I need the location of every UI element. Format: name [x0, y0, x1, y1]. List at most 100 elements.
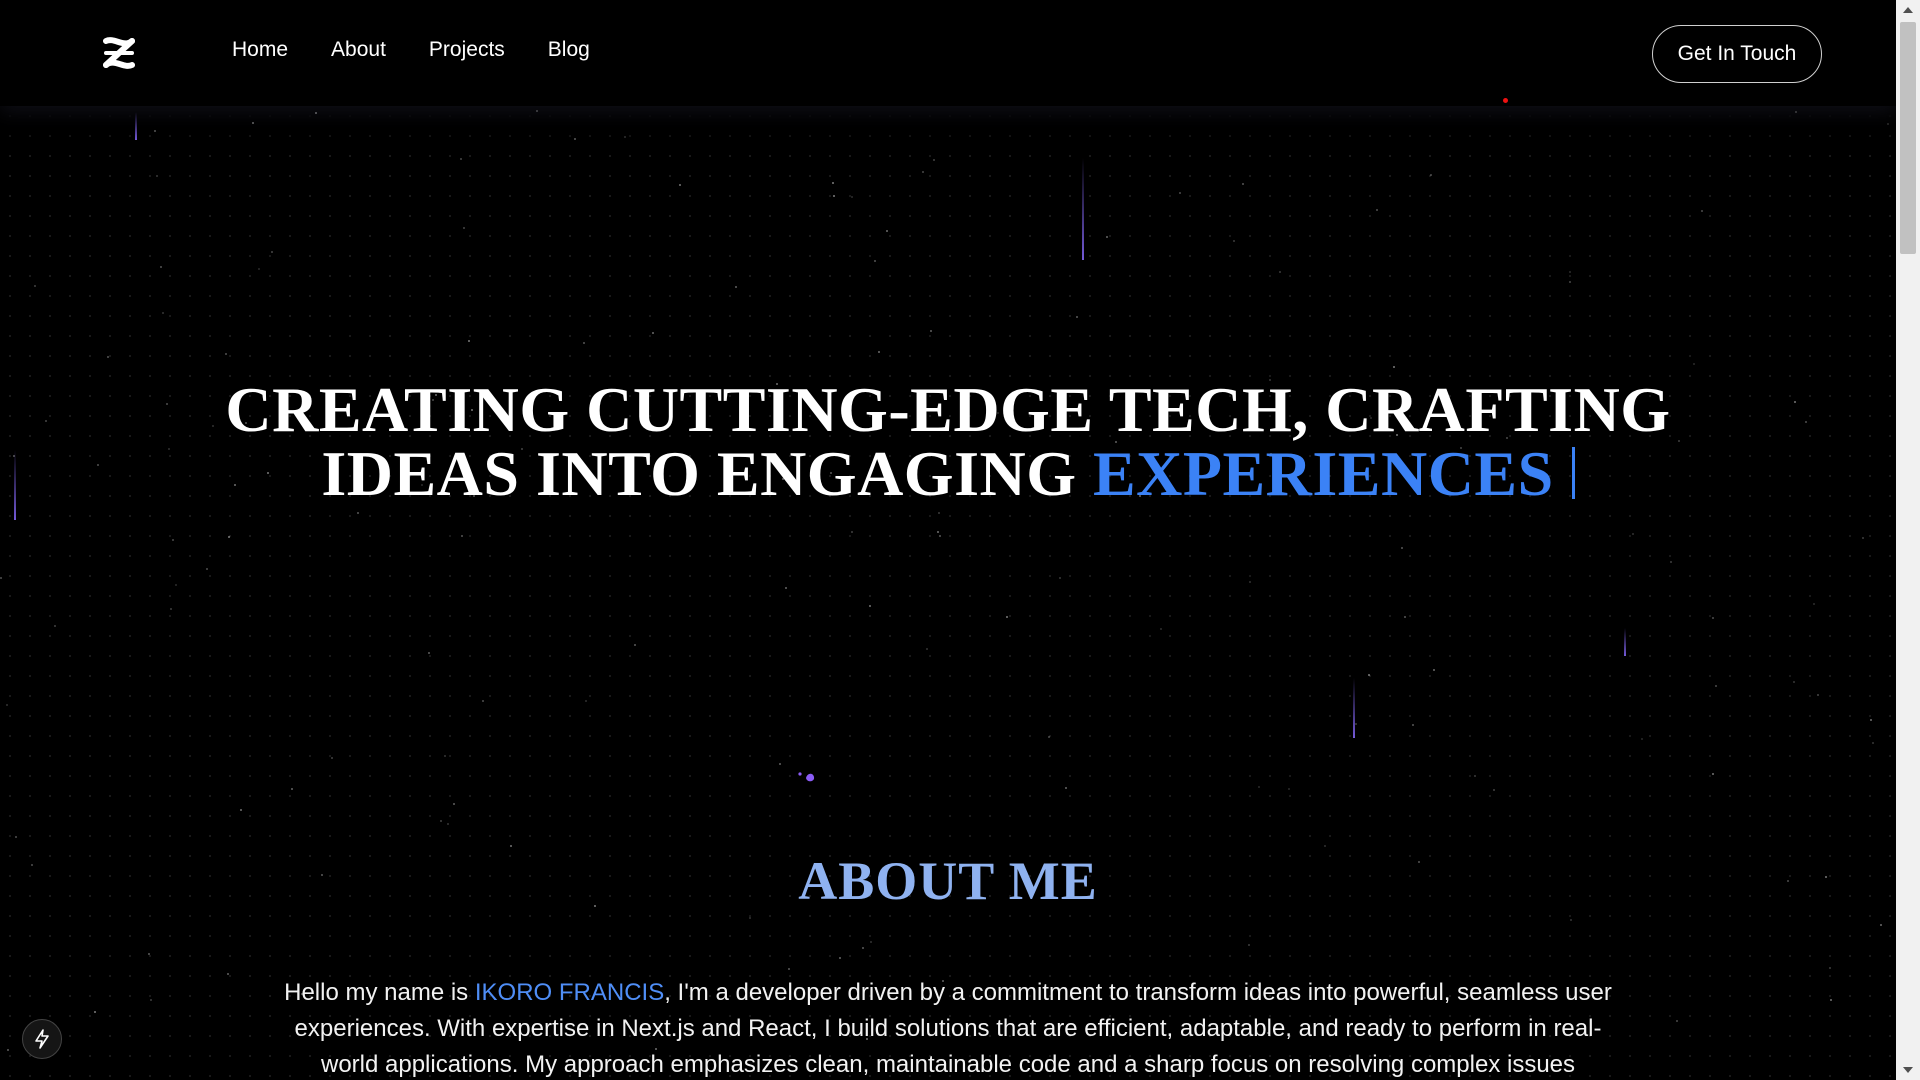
star: [933, 159, 935, 161]
star: [1813, 603, 1815, 605]
star: [6, 704, 8, 706]
star: [536, 110, 538, 112]
star: [7, 1049, 9, 1051]
star: [1059, 577, 1061, 579]
star: [1880, 924, 1882, 926]
arrow-up-icon[interactable]: [1896, 0, 1920, 20]
star: [735, 286, 737, 288]
nav-link-blog[interactable]: Blog: [548, 38, 590, 62]
star: [94, 1011, 96, 1013]
star: [1160, 628, 1162, 630]
star: [258, 268, 260, 270]
star: [922, 171, 924, 173]
get-in-touch-button[interactable]: Get In Touch: [1652, 25, 1822, 83]
nav-link-home[interactable]: Home: [232, 38, 288, 62]
about-paragraph: Hello my name is IKORO FRANCIS, I'm a de…: [270, 975, 1626, 1080]
star: [1412, 724, 1414, 726]
star: [206, 568, 208, 570]
star: [1693, 363, 1695, 365]
star: [1248, 944, 1250, 946]
star: [874, 260, 876, 262]
star: [926, 648, 928, 650]
star: [271, 251, 273, 253]
star: [1404, 616, 1406, 618]
star: [444, 755, 446, 757]
star: [1233, 240, 1235, 242]
star: [1368, 674, 1370, 676]
star: [1249, 581, 1251, 583]
star: [0, 577, 2, 579]
star: [1870, 719, 1872, 721]
star: [1641, 738, 1643, 740]
star: [585, 700, 587, 702]
star: [160, 266, 162, 268]
star: [1279, 271, 1281, 273]
star: [468, 340, 470, 342]
star: [1569, 271, 1571, 273]
nav-link-about[interactable]: About: [331, 38, 386, 62]
star: [1830, 999, 1832, 1001]
star: [154, 130, 156, 132]
star: [869, 605, 871, 607]
star: [862, 947, 864, 949]
star: [428, 652, 430, 654]
starfield: [0, 0, 1896, 1080]
star: [1632, 533, 1634, 535]
star: [170, 608, 172, 610]
star: [878, 351, 880, 353]
star: [634, 644, 636, 646]
about-title: ABOUT ME: [798, 851, 1098, 911]
star: [937, 531, 939, 533]
star: [1474, 775, 1476, 777]
star: [510, 845, 512, 847]
lightning-icon[interactable]: [22, 1019, 62, 1059]
star: [1393, 366, 1395, 368]
star: [453, 803, 455, 805]
decorative-dot: [1503, 98, 1508, 103]
star: [461, 535, 463, 537]
dot-grid-background: [0, 106, 1896, 1080]
star: [788, 968, 790, 970]
scrollbar-thumb[interactable]: [1900, 22, 1916, 254]
star: [785, 587, 787, 589]
light-streak: [1353, 678, 1355, 738]
star: [930, 330, 932, 332]
star: [107, 356, 109, 358]
light-streak: [135, 112, 137, 140]
star: [1793, 681, 1795, 683]
star: [1676, 1020, 1678, 1022]
light-streak: [1082, 158, 1084, 260]
vertical-scrollbar[interactable]: [1896, 0, 1920, 1080]
star: [583, 342, 585, 344]
star: [1829, 967, 1831, 969]
star: [1817, 694, 1819, 696]
star: [1670, 561, 1672, 563]
hero-accent-word: EXPERIENCES: [1092, 438, 1554, 509]
typing-cursor: [1571, 447, 1575, 499]
star: [175, 584, 177, 586]
about-intro: Hello my name is: [284, 979, 475, 1006]
star: [1887, 123, 1889, 125]
star: [1376, 209, 1378, 211]
star: [1106, 236, 1108, 238]
star: [1401, 547, 1403, 549]
star: [148, 953, 150, 955]
nav-link-projects[interactable]: Projects: [429, 38, 505, 62]
star: [1430, 174, 1432, 176]
star: [839, 957, 841, 959]
star: [652, 332, 654, 334]
star: [1065, 787, 1067, 789]
light-streak: [1624, 628, 1626, 656]
star: [779, 763, 781, 765]
star: [851, 531, 853, 533]
star: [870, 941, 872, 943]
star: [463, 227, 465, 229]
logo-icon[interactable]: [100, 34, 138, 72]
star: [1795, 111, 1797, 113]
star: [1570, 919, 1572, 921]
star: [225, 353, 227, 355]
star: [1076, 316, 1078, 318]
star: [15, 836, 17, 838]
star: [1569, 281, 1571, 283]
arrow-down-icon[interactable]: [1896, 1060, 1920, 1080]
